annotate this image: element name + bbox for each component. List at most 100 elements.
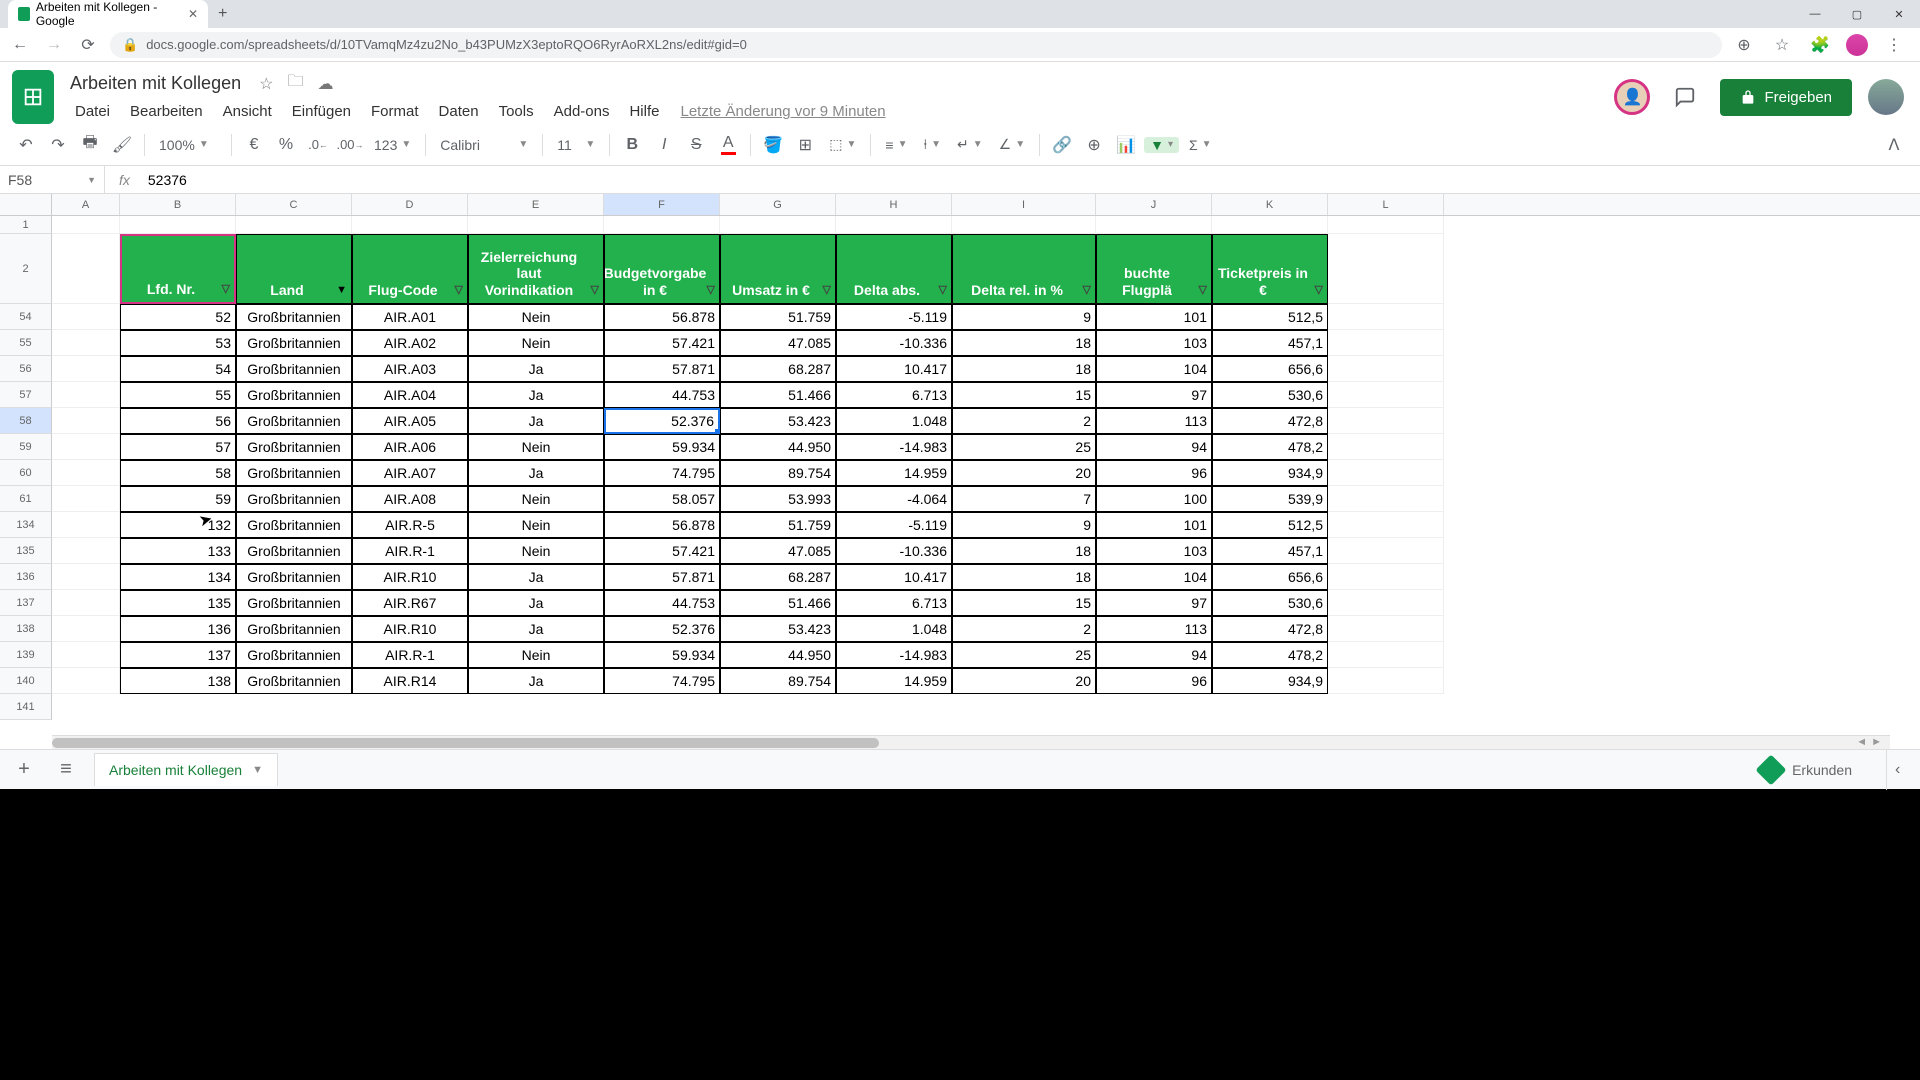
filter-icon[interactable]: ▽ xyxy=(1199,284,1207,297)
document-title[interactable]: Arbeiten mit Kollegen xyxy=(66,71,245,96)
explore-button[interactable]: Erkunden xyxy=(1748,753,1864,787)
table-cell[interactable]: 25 xyxy=(952,434,1096,460)
table-cell[interactable]: Ja xyxy=(468,616,604,642)
table-cell[interactable]: 96 xyxy=(1096,460,1212,486)
formula-input[interactable]: 52376 xyxy=(144,172,1920,188)
table-cell[interactable]: 10.417 xyxy=(836,356,952,382)
row-header[interactable]: 55 xyxy=(0,330,52,356)
table-cell[interactable]: 7 xyxy=(952,486,1096,512)
menu-daten[interactable]: Daten xyxy=(430,99,488,124)
row-header[interactable]: 141 xyxy=(0,694,52,720)
maximize-button[interactable]: ▢ xyxy=(1836,0,1878,28)
table-cell[interactable]: 52.376 xyxy=(604,616,720,642)
column-header[interactable]: B xyxy=(120,194,236,215)
row-header[interactable]: 56 xyxy=(0,356,52,382)
table-cell[interactable]: 134 xyxy=(120,564,236,590)
cell[interactable] xyxy=(1212,216,1328,234)
profile-avatar[interactable] xyxy=(1846,34,1868,56)
table-cell[interactable]: 74.795 xyxy=(604,460,720,486)
column-header[interactable]: D xyxy=(352,194,468,215)
reload-button[interactable]: ⟳ xyxy=(76,33,100,57)
cell[interactable] xyxy=(1328,642,1444,668)
table-cell[interactable]: 9 xyxy=(952,512,1096,538)
table-cell[interactable]: 472,8 xyxy=(1212,408,1328,434)
table-cell[interactable]: Großbritannien xyxy=(236,486,352,512)
paint-format-button[interactable]: 🖌 xyxy=(108,131,136,159)
menu-datei[interactable]: Datei xyxy=(66,99,119,124)
menu-icon[interactable]: ⋮ xyxy=(1882,33,1906,57)
table-cell[interactable]: -10.336 xyxy=(836,538,952,564)
table-cell[interactable]: Großbritannien xyxy=(236,538,352,564)
table-header-cell[interactable]: Umsatz in €▽ xyxy=(720,234,836,304)
last-edit-link[interactable]: Letzte Änderung vor 9 Minuten xyxy=(670,99,895,124)
table-cell[interactable]: 97 xyxy=(1096,382,1212,408)
table-cell[interactable]: Großbritannien xyxy=(236,434,352,460)
table-cell[interactable]: Ja xyxy=(468,460,604,486)
row-header[interactable]: 59 xyxy=(0,434,52,460)
cell[interactable] xyxy=(52,216,120,234)
filter-icon[interactable]: ▽ xyxy=(1315,284,1323,297)
table-cell[interactable]: 6.713 xyxy=(836,382,952,408)
table-cell[interactable]: AIR.R-5 xyxy=(352,512,468,538)
back-button[interactable]: ← xyxy=(8,33,32,57)
table-cell[interactable]: AIR.R10 xyxy=(352,616,468,642)
row-header[interactable]: 135 xyxy=(0,538,52,564)
cell[interactable] xyxy=(1328,590,1444,616)
table-cell[interactable]: -5.119 xyxy=(836,512,952,538)
table-cell[interactable]: 57 xyxy=(120,434,236,460)
filter-icon[interactable]: ▼ xyxy=(336,284,347,297)
table-cell[interactable]: Ja xyxy=(468,564,604,590)
text-color-button[interactable]: A xyxy=(714,131,742,159)
cell[interactable] xyxy=(52,408,120,434)
table-cell[interactable]: 14.959 xyxy=(836,668,952,694)
cell[interactable] xyxy=(52,564,120,590)
table-cell[interactable]: AIR.A03 xyxy=(352,356,468,382)
move-icon[interactable]: 🗀 xyxy=(287,70,303,97)
table-cell[interactable]: Nein xyxy=(468,304,604,330)
table-cell[interactable]: 51.759 xyxy=(720,304,836,330)
table-cell[interactable]: 55 xyxy=(120,382,236,408)
table-cell[interactable]: -14.983 xyxy=(836,434,952,460)
table-cell[interactable]: 133 xyxy=(120,538,236,564)
table-cell[interactable]: Großbritannien xyxy=(236,512,352,538)
print-button[interactable]: 🖶 xyxy=(76,131,104,159)
cell[interactable] xyxy=(52,460,120,486)
table-cell[interactable]: 56.878 xyxy=(604,304,720,330)
cell[interactable] xyxy=(1328,356,1444,382)
scrollbar-thumb[interactable] xyxy=(52,738,879,748)
cell[interactable] xyxy=(1328,304,1444,330)
menu-einfuegen[interactable]: Einfügen xyxy=(283,99,360,124)
increase-decimal-button[interactable]: .00→ xyxy=(336,131,364,159)
cell[interactable] xyxy=(52,330,120,356)
table-cell[interactable]: 101 xyxy=(1096,304,1212,330)
filter-icon[interactable]: ▽ xyxy=(455,284,463,297)
table-cell[interactable]: 74.795 xyxy=(604,668,720,694)
table-cell[interactable]: 103 xyxy=(1096,330,1212,356)
row-header[interactable]: 60 xyxy=(0,460,52,486)
table-cell[interactable]: 25 xyxy=(952,642,1096,668)
undo-button[interactable]: ↶ xyxy=(12,131,40,159)
row-header[interactable]: 57 xyxy=(0,382,52,408)
table-cell[interactable]: 9 xyxy=(952,304,1096,330)
table-cell[interactable]: 10.417 xyxy=(836,564,952,590)
column-header[interactable]: J xyxy=(1096,194,1212,215)
table-cell[interactable]: Großbritannien xyxy=(236,668,352,694)
font-size-select[interactable]: 11▼ xyxy=(551,137,601,153)
table-cell[interactable]: 59.934 xyxy=(604,642,720,668)
table-header-cell[interactable]: Ticketpreis in €▽ xyxy=(1212,234,1328,304)
table-cell[interactable]: Ja xyxy=(468,668,604,694)
table-cell[interactable]: 57.871 xyxy=(604,564,720,590)
cell[interactable] xyxy=(1328,382,1444,408)
cell[interactable] xyxy=(1328,434,1444,460)
table-cell[interactable]: AIR.A04 xyxy=(352,382,468,408)
rotate-button[interactable]: ∠▼ xyxy=(993,136,1031,153)
table-cell[interactable]: AIR.A05 xyxy=(352,408,468,434)
share-button[interactable]: Freigeben xyxy=(1720,79,1852,116)
table-cell[interactable]: 52 xyxy=(120,304,236,330)
table-header-cell[interactable]: Delta abs.▽ xyxy=(836,234,952,304)
cell[interactable] xyxy=(52,382,120,408)
table-cell[interactable]: AIR.A01 xyxy=(352,304,468,330)
menu-tools[interactable]: Tools xyxy=(490,99,543,124)
cell[interactable] xyxy=(52,590,120,616)
table-cell[interactable]: AIR.A02 xyxy=(352,330,468,356)
